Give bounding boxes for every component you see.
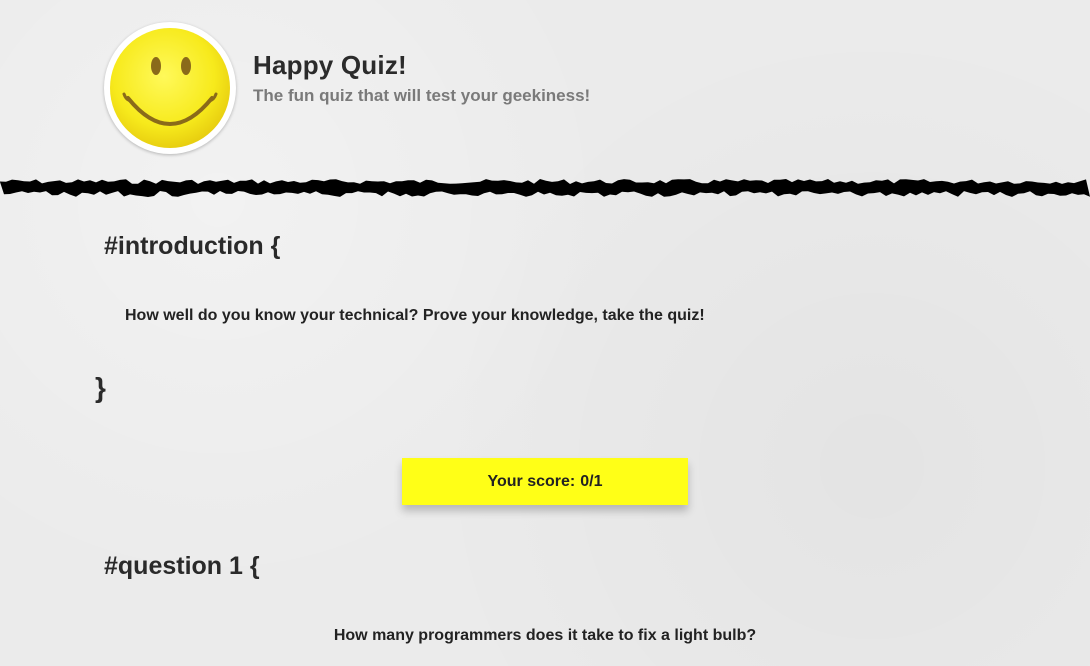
introduction-closing-brace: } (95, 372, 106, 403)
introduction-heading: #introduction { (104, 232, 281, 260)
question-1-heading: #question 1 { (104, 552, 260, 580)
site-subtitle: The fun quiz that will test your geekine… (253, 86, 591, 105)
score-box: Your score: 0/1 (402, 458, 688, 505)
site-title: Happy Quiz! (253, 50, 407, 80)
quiz-page: Happy Quiz! The fun quiz that will test … (0, 0, 1090, 666)
question-1-text: How many programmers does it take to fix… (333, 627, 757, 644)
torn-divider (0, 174, 1090, 202)
smiley-face-icon (104, 22, 236, 154)
score-value: 0/1 (580, 472, 603, 490)
site-header: Happy Quiz! The fun quiz that will test … (0, 0, 1090, 180)
score-label: Your score: (487, 472, 576, 490)
introduction-text: How well do you know your technical? Pro… (125, 307, 705, 324)
